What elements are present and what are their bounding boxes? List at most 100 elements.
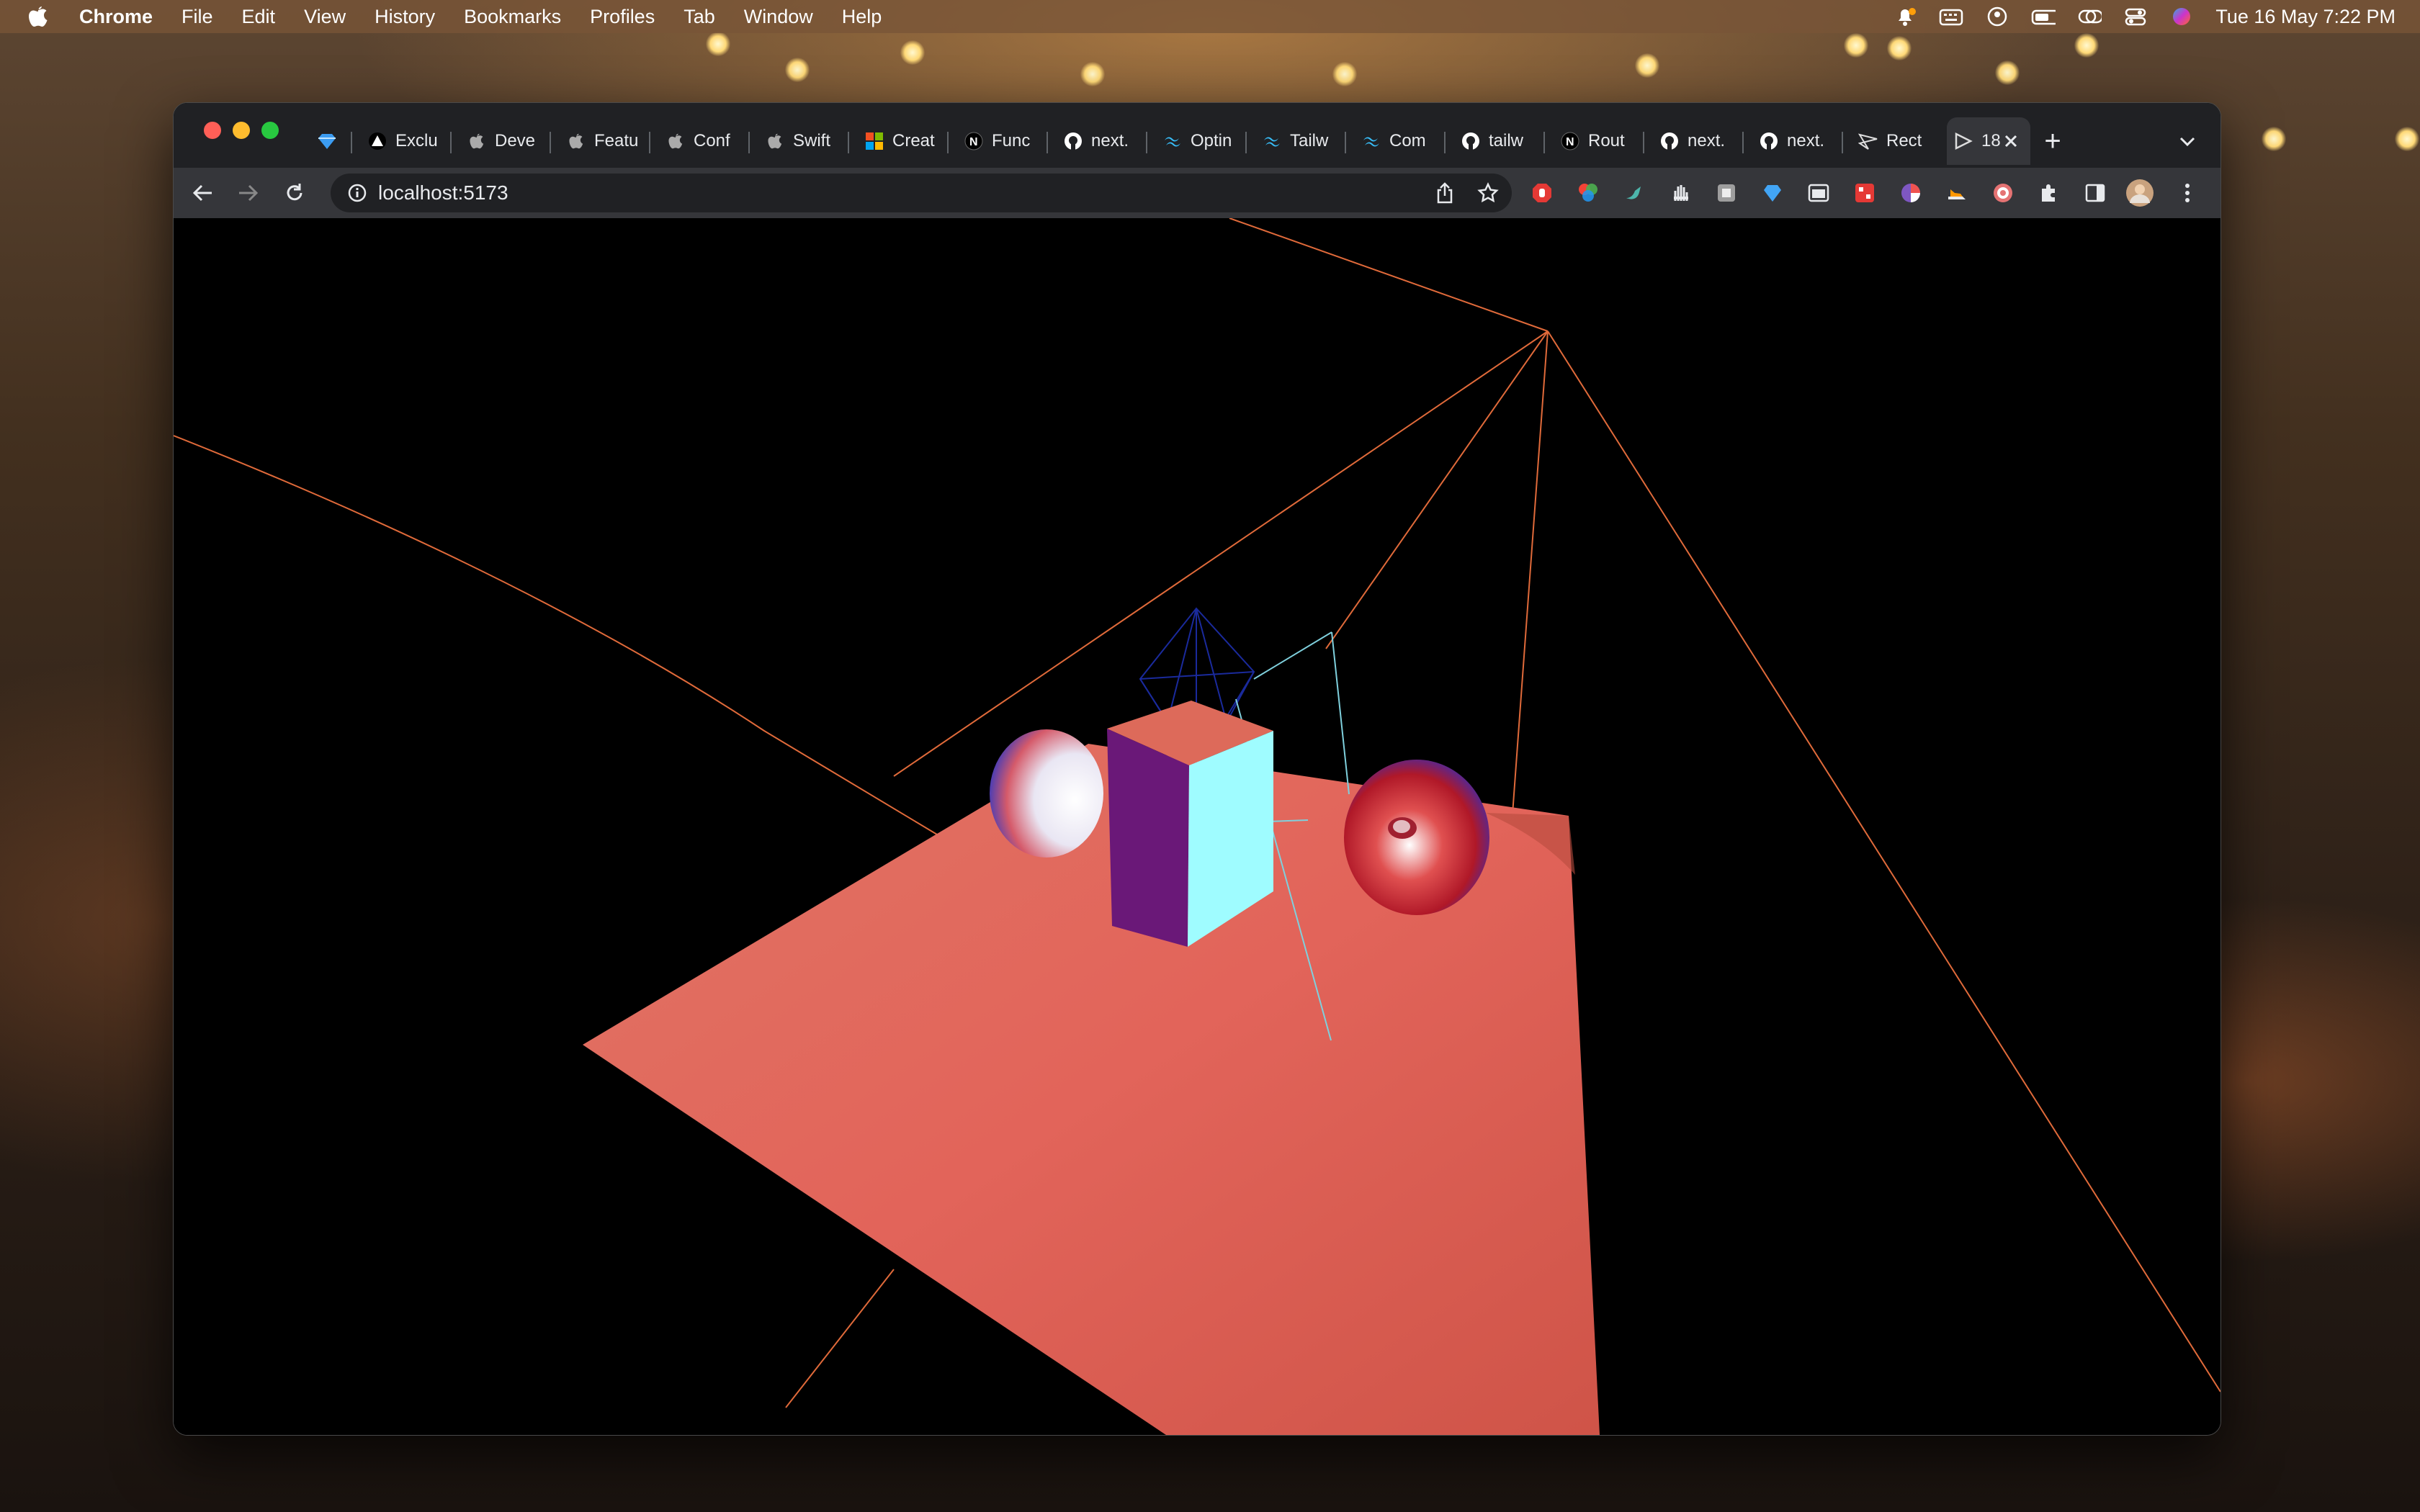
browser-tab[interactable]: tailw xyxy=(1454,117,1545,165)
github-icon xyxy=(1659,130,1680,152)
browser-tab[interactable]: Com xyxy=(1355,117,1446,165)
extension-grid-icon[interactable] xyxy=(1849,177,1881,209)
user-circle-icon[interactable] xyxy=(1985,6,2009,27)
webgl-canvas[interactable] xyxy=(174,217,2220,1435)
menu-edit[interactable]: Edit xyxy=(242,6,276,28)
tab-title: next. xyxy=(1688,131,1726,150)
nextjs-icon: N xyxy=(1559,130,1581,152)
browser-tab[interactable]: Rect xyxy=(1852,117,1942,165)
triangle-icon xyxy=(367,130,388,152)
maximize-window-button[interactable] xyxy=(261,122,279,139)
profile-avatar[interactable] xyxy=(2124,177,2156,209)
github-icon xyxy=(1758,130,1780,152)
back-button[interactable] xyxy=(187,177,218,209)
screen-mirroring-icon[interactable] xyxy=(2077,6,2102,27)
more-menu-icon[interactable] xyxy=(2172,177,2203,209)
tab-title: Rout xyxy=(1588,131,1625,150)
tab-title: tailw xyxy=(1489,131,1524,150)
browser-tab[interactable]: Featu xyxy=(560,117,650,165)
torus-mesh xyxy=(1344,760,1489,915)
extension-adblock-icon[interactable] xyxy=(1526,177,1558,209)
menu-history[interactable]: History xyxy=(375,6,435,28)
github-icon xyxy=(1460,130,1482,152)
browser-tab[interactable]: Creat xyxy=(858,117,949,165)
reload-button[interactable] xyxy=(279,177,310,209)
battery-icon[interactable] xyxy=(2031,6,2056,27)
keyboard-icon[interactable] xyxy=(1939,6,1963,27)
browser-tab[interactable]: N Func xyxy=(957,117,1048,165)
extension-colorpicker-icon[interactable] xyxy=(1572,177,1604,209)
tab-title: Deve xyxy=(495,131,536,150)
tab-title: next. xyxy=(1091,131,1129,150)
menu-bookmarks[interactable]: Bookmarks xyxy=(464,6,561,28)
apple-menu-icon[interactable] xyxy=(26,4,50,29)
tab-title: Featu xyxy=(594,131,639,150)
extension-screenshot-icon[interactable] xyxy=(1711,177,1742,209)
window-controls xyxy=(204,122,279,139)
browser-tab[interactable]: N Rout xyxy=(1554,117,1644,165)
extension-window-icon[interactable] xyxy=(1803,177,1834,209)
browser-tab[interactable] xyxy=(310,117,352,165)
diamond-icon xyxy=(316,130,338,152)
tab-title: Optin xyxy=(1191,131,1232,150)
extension-target-icon[interactable] xyxy=(1987,177,2019,209)
forward-button[interactable] xyxy=(233,177,264,209)
extension-hand-icon[interactable] xyxy=(1664,177,1696,209)
vite-icon xyxy=(1953,130,1974,152)
tab-title: Conf xyxy=(694,131,730,150)
browser-window: Exclu Deve Featu Conf Swift Creat N Func… xyxy=(173,102,2221,1436)
siri-icon[interactable] xyxy=(2169,6,2194,27)
tab-title: next. xyxy=(1787,131,1825,150)
tab-title: Tailw xyxy=(1290,131,1329,150)
menu-app-name[interactable]: Chrome xyxy=(79,6,153,28)
browser-toolbar: localhost:5173 xyxy=(174,168,2220,218)
tab-title: Creat xyxy=(892,131,935,150)
tab-search-button[interactable] xyxy=(2173,127,2202,156)
new-tab-button[interactable]: + xyxy=(2035,123,2071,159)
extension-shoe-icon[interactable] xyxy=(1941,177,1973,209)
menu-view[interactable]: View xyxy=(304,6,346,28)
side-panel-icon[interactable] xyxy=(2079,177,2111,209)
bookmark-star-icon[interactable] xyxy=(1476,181,1500,205)
browser-tab[interactable]: next. xyxy=(1057,117,1147,165)
site-info-icon[interactable] xyxy=(346,182,368,204)
tailwind-icon xyxy=(1261,130,1283,152)
minimize-window-button[interactable] xyxy=(233,122,250,139)
menu-file[interactable]: File xyxy=(182,6,213,28)
tab-title: Exclu xyxy=(395,131,438,150)
browser-tab[interactable]: Deve xyxy=(460,117,551,165)
menu-help[interactable]: Help xyxy=(842,6,882,28)
close-tab-icon[interactable] xyxy=(1999,129,2023,153)
browser-tab-active[interactable]: 18 xyxy=(1947,117,2030,165)
tailwind-icon xyxy=(1162,130,1183,152)
url-text[interactable]: localhost:5173 xyxy=(378,181,508,204)
browser-tab[interactable]: Exclu xyxy=(361,117,452,165)
share-icon[interactable] xyxy=(1433,181,1457,205)
browser-tab[interactable]: Optin xyxy=(1156,117,1247,165)
menu-window[interactable]: Window xyxy=(744,6,813,28)
apple-icon xyxy=(466,130,488,152)
browser-tab[interactable]: next. xyxy=(1653,117,1744,165)
control-center-icon[interactable] xyxy=(2123,6,2148,27)
menu-profiles[interactable]: Profiles xyxy=(590,6,655,28)
extensions-puzzle-icon[interactable] xyxy=(2033,177,2065,209)
menu-tab[interactable]: Tab xyxy=(684,6,715,28)
apple-icon xyxy=(764,130,786,152)
apple-icon xyxy=(665,130,686,152)
extension-diamond-icon[interactable] xyxy=(1757,177,1788,209)
microsoft-icon xyxy=(864,130,885,152)
browser-tab[interactable]: Tailw xyxy=(1255,117,1346,165)
extension-bird-icon[interactable] xyxy=(1618,177,1650,209)
tab-title: Func xyxy=(992,131,1031,150)
browser-tab[interactable]: Conf xyxy=(659,117,750,165)
tab-title: Swift xyxy=(793,131,831,150)
browser-tab[interactable]: next. xyxy=(1752,117,1843,165)
close-window-button[interactable] xyxy=(204,122,221,139)
svg-text:N: N xyxy=(1566,136,1574,148)
notification-icon[interactable] xyxy=(1893,6,1917,27)
address-bar[interactable]: localhost:5173 xyxy=(331,174,1512,212)
github-icon xyxy=(1062,130,1084,152)
browser-tab[interactable]: Swift xyxy=(758,117,849,165)
extension-pie-icon[interactable] xyxy=(1895,177,1927,209)
menubar-clock[interactable]: Tue 16 May 7:22 PM xyxy=(2215,6,2396,28)
